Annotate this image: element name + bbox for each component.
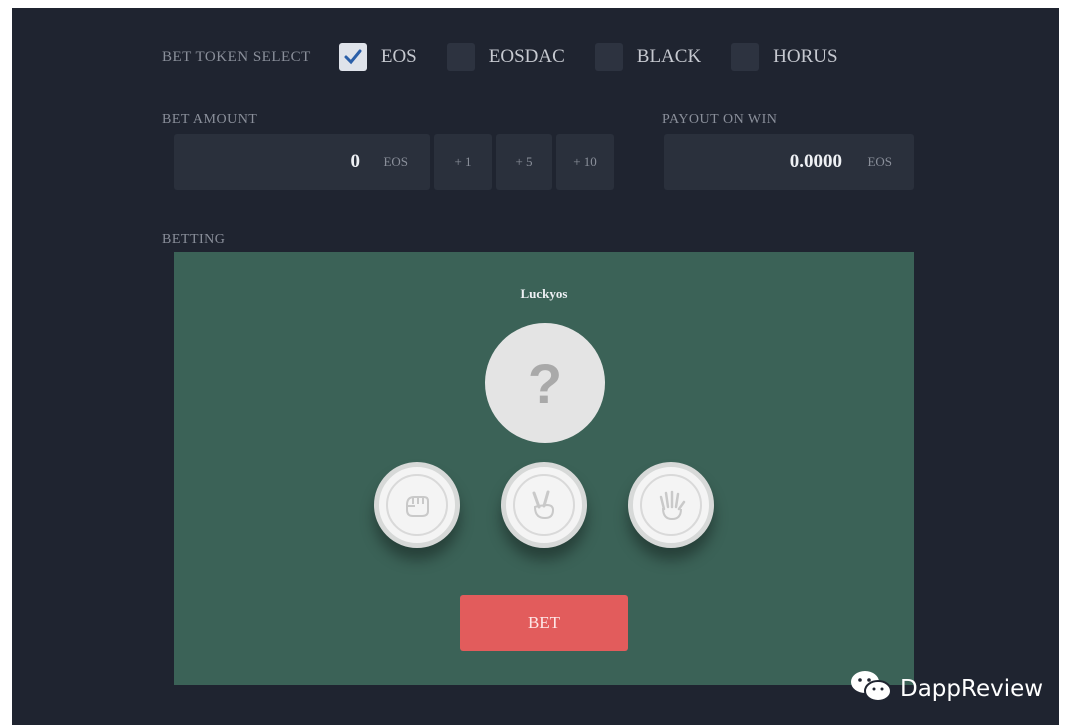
token-name-eosdac: EOSDAC [488,46,565,67]
payout-unit: EOS [867,154,892,169]
check-icon [344,49,362,65]
watermark: DappReview [848,668,1043,709]
paper-icon [659,490,686,521]
bet-amount-value: 0 [350,151,361,172]
scissors-button[interactable] [501,462,587,548]
checkbox-eosdac[interactable] [446,43,475,71]
token-select-row: BET TOKEN SELECT EOS EOSDAC BLACK HORUS [162,40,868,74]
payout-label: PAYOUT ON WIN [662,112,778,127]
bet-amount-input[interactable]: 0 EOS [174,134,430,190]
increment-5-button[interactable]: + 5 [496,134,552,190]
scissors-icon [532,490,555,520]
token-option-horus[interactable]: HORUS [731,43,838,71]
token-option-black[interactable]: BLACK [594,43,702,71]
payout-field: 0.0000 EOS [664,134,914,190]
token-name-eos: EOS [380,46,417,67]
token-select-label: BET TOKEN SELECT [162,48,311,65]
opponent-name: Luckyos [520,286,568,301]
checkbox-horus[interactable] [731,43,760,71]
watermark-text: DappReview [900,675,1044,702]
rock-button[interactable] [374,462,460,548]
wechat-icon [848,668,894,709]
checkbox-eos[interactable] [338,43,367,71]
bet-amount-unit: EOS [383,154,408,169]
token-name-black: BLACK [636,46,702,67]
increment-1-button[interactable]: + 1 [434,134,492,190]
app-panel: BET TOKEN SELECT EOS EOSDAC BLACK HORUS … [12,8,1059,725]
payout-value: 0.0000 [789,151,842,172]
bet-button[interactable]: BET [460,595,628,651]
betting-area: Luckyos ? BET [174,252,914,685]
rock-ring [386,474,448,536]
bet-amount-label: BET AMOUNT [162,112,258,127]
token-option-eosdac[interactable]: EOSDAC [446,43,565,71]
betting-label: BETTING [162,232,226,247]
token-name-horus: HORUS [773,46,838,67]
opponent-choice: ? [485,323,605,443]
scissors-ring [513,474,575,536]
token-option-eos[interactable]: EOS [338,43,417,71]
checkbox-black[interactable] [594,43,623,71]
rock-icon [406,496,429,517]
question-mark-icon: ? [527,351,563,415]
paper-ring [640,474,702,536]
increment-10-button[interactable]: + 10 [556,134,614,190]
paper-button[interactable] [628,462,714,548]
